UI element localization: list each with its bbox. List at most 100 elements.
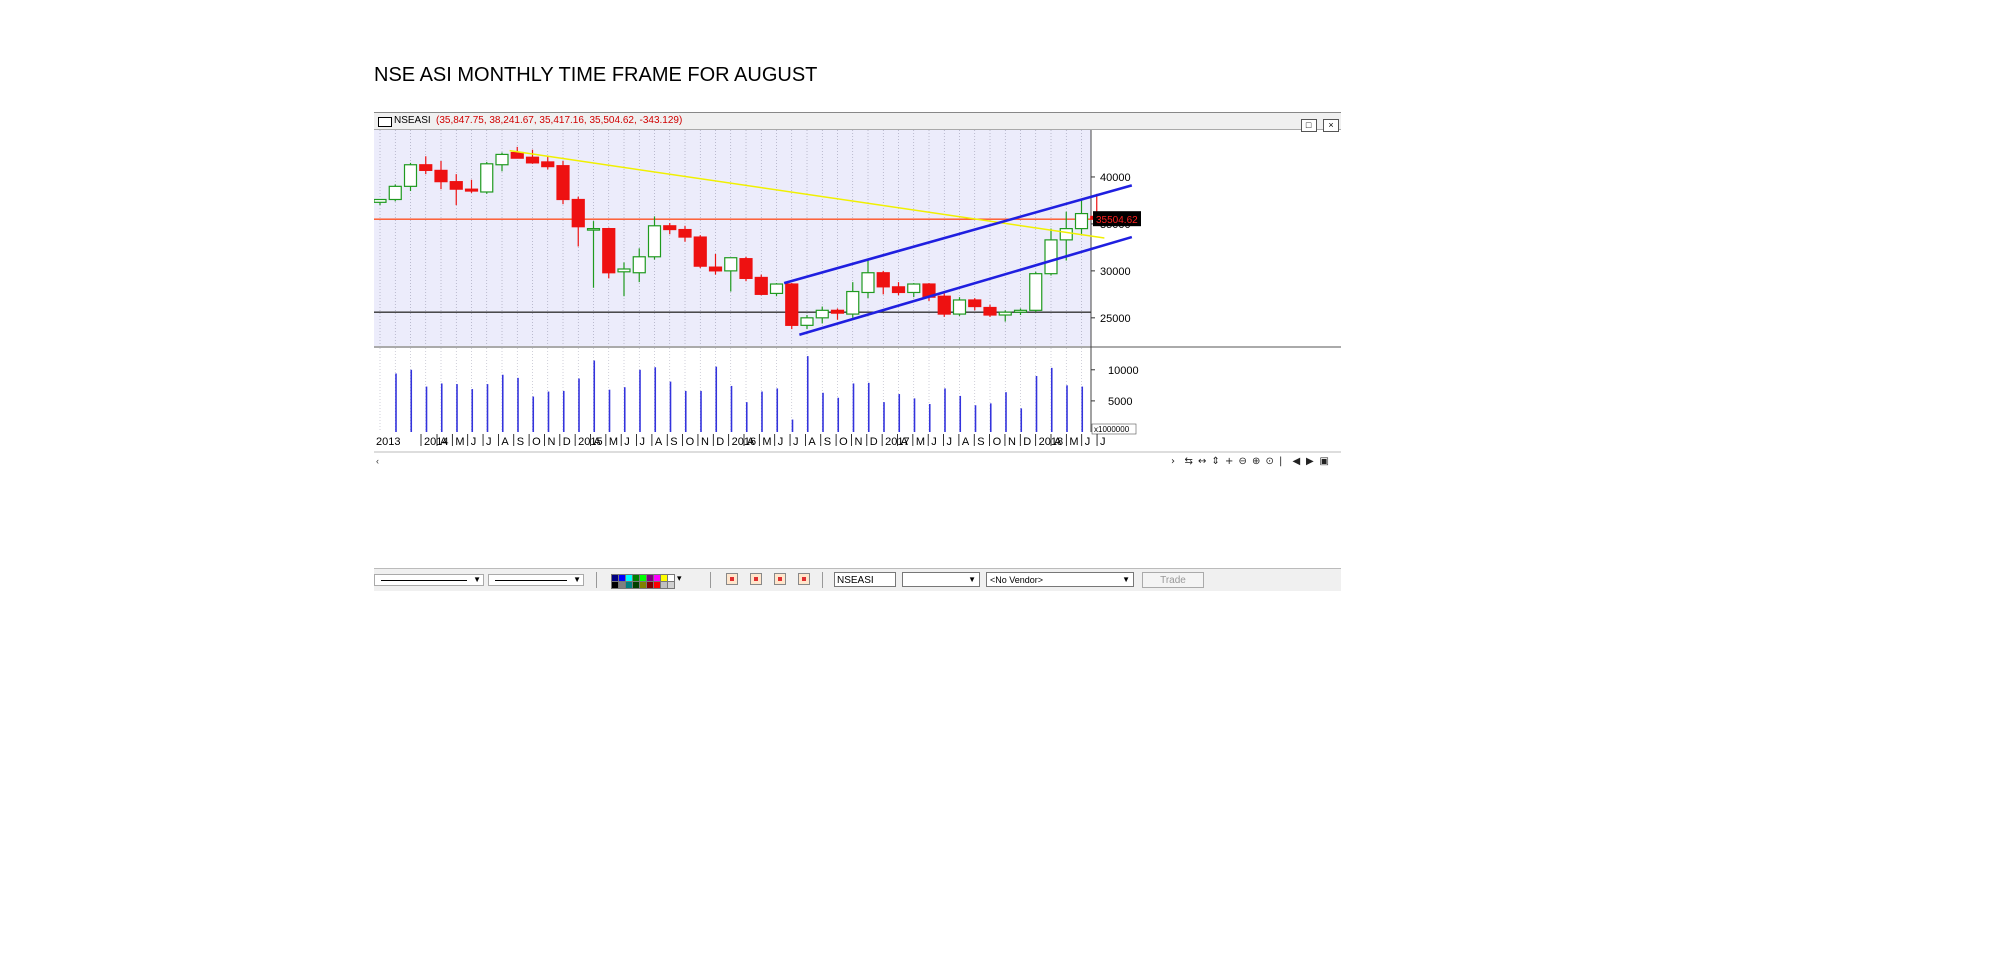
palette-swatch[interactable] <box>667 581 675 589</box>
page-title: NSE ASI MONTHLY TIME FRAME FOR AUGUST <box>374 64 818 86</box>
trade-button[interactable]: Trade <box>1142 572 1204 588</box>
candle <box>861 272 875 294</box>
candle <box>602 228 616 274</box>
draw-tool-2-icon[interactable] <box>750 573 762 585</box>
x-axis-label: J <box>640 436 646 448</box>
x-axis-label: J <box>778 436 784 448</box>
maximize-icon[interactable]: ▣ <box>1320 456 1329 467</box>
x-axis-label: J <box>793 436 799 448</box>
chevron-down-icon: ▼ <box>968 575 976 584</box>
crosshair-icon[interactable]: + <box>1225 456 1233 467</box>
candle <box>846 290 860 315</box>
x-axis-label: J <box>471 436 477 448</box>
fit-width-icon[interactable]: ↔ <box>1198 456 1206 467</box>
candle <box>419 164 433 171</box>
x-axis-label: J <box>1100 436 1106 448</box>
x-axis-label: A <box>440 436 448 448</box>
x-axis-label: 2013 <box>376 436 400 448</box>
candle <box>724 257 738 272</box>
draw-tool-1-icon[interactable] <box>726 573 738 585</box>
x-axis-label: N <box>1008 436 1016 448</box>
chart-window-header: NSEASI (35,847.75, 38,241.67, 35,417.16,… <box>374 112 1341 132</box>
candlestick-chart: 4000035000300002500035504.62100005000x10… <box>374 130 1341 467</box>
x-axis-label: D <box>1023 436 1031 448</box>
candle <box>647 225 662 258</box>
x-axis-label: S <box>517 436 524 448</box>
candle <box>1074 212 1089 230</box>
x-axis-label: A <box>747 436 755 448</box>
draw-tool-3-icon[interactable] <box>774 573 786 585</box>
x-axis-label: A <box>501 436 509 448</box>
next-icon[interactable]: ▶ <box>1306 456 1314 467</box>
x-axis-label: J <box>486 436 492 448</box>
window-ohlc-readout: (35,847.75, 38,241.67, 35,417.16, 35,504… <box>436 115 683 126</box>
zoom-in-icon[interactable]: ⊕ <box>1252 456 1260 467</box>
line-width-dropdown[interactable]: ▼ <box>488 574 584 586</box>
reset-zoom-icon[interactable]: ⊙ <box>1266 456 1274 467</box>
scroll-right-icon[interactable]: › <box>1171 456 1175 467</box>
x-axis-label: S <box>824 436 831 448</box>
last-price-label: 35504.62 <box>1096 215 1138 226</box>
chevron-down-icon[interactable]: ▾ <box>677 573 683 583</box>
volume-pane-background <box>374 348 1091 432</box>
candle <box>739 258 753 279</box>
vendor-dropdown[interactable]: <No Vendor> ▼ <box>986 572 1134 587</box>
candle <box>403 164 418 187</box>
candle <box>891 286 906 294</box>
candle <box>678 228 692 238</box>
x-axis-label: A <box>1054 436 1062 448</box>
symbol-input[interactable]: NSEASI <box>834 572 896 587</box>
volume-tick-label: 5000 <box>1108 396 1132 408</box>
candle <box>983 306 997 316</box>
x-axis-label: A <box>808 436 816 448</box>
color-palette[interactable]: ▾ <box>607 573 687 589</box>
candle <box>1059 228 1073 241</box>
x-axis-label: N <box>854 436 862 448</box>
candle <box>937 295 951 315</box>
line-style-dropdown[interactable]: ▼ <box>374 574 484 586</box>
candle <box>525 156 540 164</box>
fit-height-icon[interactable]: ⇕ <box>1212 456 1220 467</box>
candle <box>815 309 829 319</box>
candle <box>586 228 601 231</box>
autoscale-icon[interactable]: ⇆ <box>1185 456 1193 467</box>
x-axis-label: M <box>455 436 464 448</box>
candle <box>632 256 646 274</box>
window-symbol: NSEASI <box>394 115 431 126</box>
zoom-out-icon[interactable]: ⊖ <box>1239 456 1247 467</box>
candle <box>952 299 967 315</box>
candle <box>769 283 784 295</box>
candle <box>830 309 845 314</box>
candle <box>907 283 921 294</box>
chart-toolbar: ▼ ▼ ▾ NSEASI ▼ <No Vendor> ▼ Trade <box>374 568 1341 591</box>
price-tick-label: 40000 <box>1100 172 1131 184</box>
x-axis-label: O <box>686 436 695 448</box>
x-axis-label: N <box>701 436 709 448</box>
candle <box>464 188 479 192</box>
chart-window: NSEASI (35,847.75, 38,241.67, 35,417.16,… <box>374 110 1341 595</box>
x-axis-label: O <box>532 436 541 448</box>
x-axis-label: J <box>624 436 630 448</box>
chevron-down-icon: ▼ <box>1122 575 1130 584</box>
x-axis-label: D <box>563 436 571 448</box>
interval-dropdown[interactable]: ▼ <box>902 572 980 587</box>
x-axis-label: M <box>916 436 925 448</box>
candle <box>876 272 890 288</box>
candle <box>800 317 814 326</box>
x-axis-label: O <box>839 436 848 448</box>
x-axis-label: J <box>947 436 953 448</box>
candle <box>495 153 509 166</box>
scroll-left-icon[interactable]: ‹ <box>376 456 379 466</box>
x-axis-label: J <box>1085 436 1091 448</box>
draw-tool-4-icon[interactable] <box>798 573 810 585</box>
chevron-down-icon: ▼ <box>473 575 481 584</box>
candle <box>968 299 982 308</box>
previous-icon[interactable]: ◀ <box>1293 456 1301 467</box>
x-axis-label: M <box>762 436 771 448</box>
x-axis-label: D <box>716 436 724 448</box>
chevron-down-icon: ▼ <box>573 575 581 584</box>
candle <box>449 181 463 190</box>
candle <box>556 165 570 201</box>
candle <box>374 198 387 203</box>
separator-icon[interactable]: | <box>1279 456 1282 467</box>
